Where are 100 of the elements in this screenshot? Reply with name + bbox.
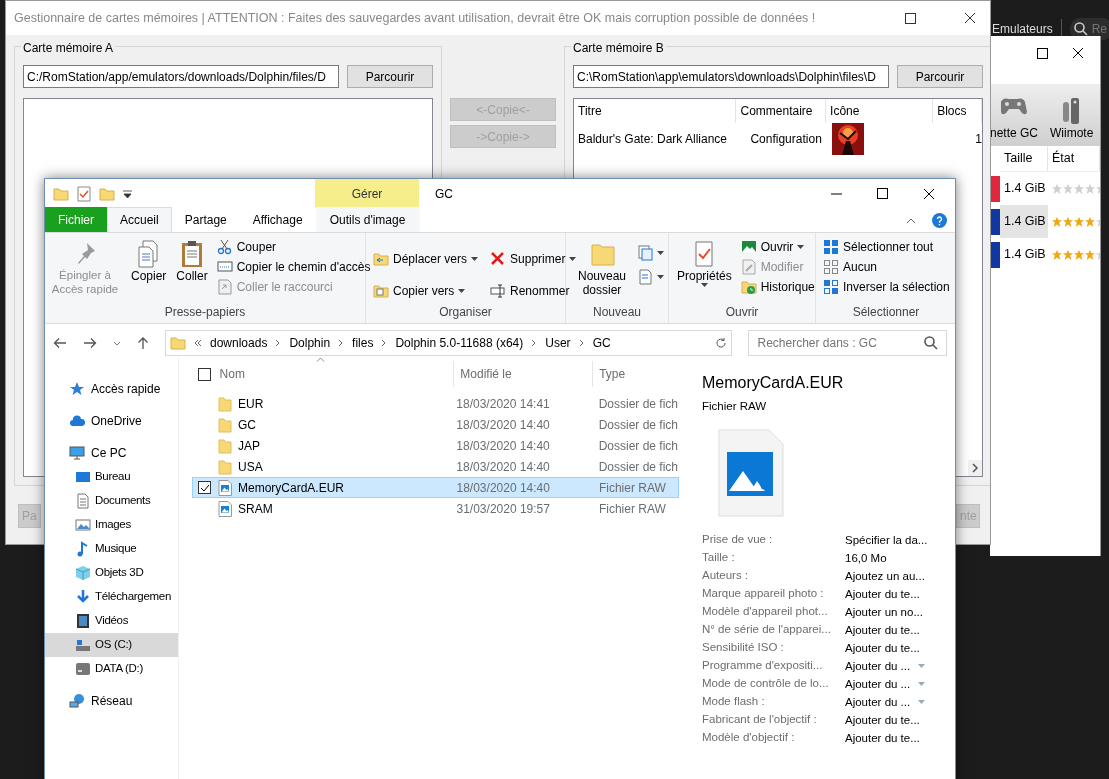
- property-value[interactable]: Ajouter un no...: [845, 603, 923, 622]
- column-header[interactable]: Titre: [574, 99, 737, 123]
- file-row[interactable]: JAP 18/03/2020 14:40 Dossier de fich: [192, 435, 679, 456]
- group-label: Sélectionner: [851, 304, 921, 321]
- file-row[interactable]: GC 18/03/2020 14:40 Dossier de fich: [192, 414, 679, 435]
- ribbon-tab[interactable]: Outils d'image: [315, 207, 420, 232]
- ribbon-button[interactable]: Copier le chemin d'accès: [214, 257, 373, 277]
- column-header[interactable]: Modifié le: [453, 361, 593, 387]
- menu-item[interactable]: Emulateurs: [992, 20, 1053, 38]
- column-header[interactable]: Type: [592, 361, 679, 387]
- nav-item[interactable]: Réseau: [45, 689, 178, 713]
- breadcrumb-item[interactable]: downloads: [210, 334, 268, 352]
- ribbon-button[interactable]: Inverser la sélection: [821, 277, 952, 297]
- breadcrumb-item[interactable]: Dolphin 5.0-11688 (x64): [395, 334, 524, 352]
- ribbon-button[interactable]: Copier: [128, 237, 170, 303]
- column-header[interactable]: Taille: [1000, 146, 1048, 171]
- context-tab-header: Gérer: [315, 179, 419, 208]
- date-cell-text: 31/03/2020 19:57: [456, 500, 551, 518]
- date-cell-text: 18/03/2020 14:40: [456, 437, 551, 455]
- toolbar-label[interactable]: Wiimote: [1050, 124, 1094, 142]
- ribbon-tab[interactable]: Affichage: [239, 207, 316, 232]
- property-dropdown[interactable]: Ajouter du ...: [845, 657, 926, 676]
- path-field[interactable]: C:/RomStation/app/emulators/downloads/Dolphin/files/D: [23, 65, 339, 88]
- date-cell-text: 18/03/2020 14:40: [456, 458, 551, 476]
- window-title: Gestionnaire de cartes mémoires | ATTENTION : Faites des sauvegardes avant utilisation, devrait être OK mais corruption possible de données !: [14, 9, 817, 27]
- ribbon-button[interactable]: Sélectionner tout: [821, 237, 952, 257]
- nav-item[interactable]: Ce PC: [45, 441, 178, 465]
- ribbon-tab[interactable]: Partage: [171, 207, 240, 232]
- file-name: GC: [237, 416, 257, 434]
- ribbon-button[interactable]: Copier vers: [371, 279, 481, 303]
- nav-item[interactable]: Vidéos: [45, 609, 178, 633]
- search-input[interactable]: Re: [1091, 20, 1109, 38]
- ribbon-button[interactable]: Historique: [738, 277, 817, 297]
- breadcrumb-item[interactable]: Dolphin: [289, 334, 331, 352]
- toolbar-label[interactable]: nette GC: [990, 124, 1039, 142]
- property-value[interactable]: Spécifier la da...: [845, 531, 928, 550]
- date-cell-text: 18/03/2020 14:40: [456, 416, 551, 434]
- nav-item[interactable]: Téléchargemen: [45, 585, 178, 609]
- group-label: Presse-papiers: [163, 304, 247, 321]
- browse-button[interactable]: Parcourir: [347, 65, 433, 88]
- property-label: Marque appareil photo :: [702, 586, 825, 602]
- file-name: EUR: [237, 395, 265, 413]
- property-dropdown[interactable]: Ajouter du ...: [845, 675, 926, 694]
- file-row[interactable]: USA 18/03/2020 14:40 Dossier de fich: [192, 456, 679, 477]
- file-row[interactable]: EUR 18/03/2020 14:41 Dossier de fich: [192, 393, 679, 414]
- type-cell-text: Fichier RAW: [598, 500, 667, 518]
- file-name: USA: [237, 458, 264, 476]
- breadcrumb-item[interactable]: GC: [592, 334, 611, 352]
- ribbon-button[interactable]: Coller: [173, 237, 211, 303]
- nav-item[interactable]: OS (C:): [45, 633, 178, 657]
- property-value[interactable]: Ajouter du te...: [845, 729, 920, 748]
- property-label: Auteurs :: [702, 568, 750, 584]
- property-value[interactable]: Ajouter du te...: [845, 621, 920, 640]
- property-value[interactable]: Ajoutez un au...: [845, 567, 925, 586]
- column-header[interactable]: Nom: [210, 361, 454, 387]
- type-cell-text: Dossier de fich: [598, 416, 678, 434]
- property-value[interactable]: Ajouter du te...: [845, 639, 920, 658]
- ribbon-button[interactable]: Ouvrir: [738, 237, 817, 257]
- search-field[interactable]: Rechercher dans : GC: [748, 330, 947, 356]
- breadcrumb-item[interactable]: User: [545, 334, 571, 352]
- ribbon-tab[interactable]: Accueil: [107, 207, 172, 232]
- property-label: Sensibilité ISO :: [702, 640, 785, 656]
- property-dropdown[interactable]: Ajouter du ...: [845, 693, 926, 712]
- breadcrumb-item[interactable]: files: [352, 334, 374, 352]
- ribbon-button[interactable]: Couper: [214, 237, 373, 257]
- column-header[interactable]: Commentaire: [736, 99, 827, 123]
- nav-item[interactable]: Musique: [45, 537, 178, 561]
- property-value[interactable]: 16,0 Mo: [845, 549, 887, 568]
- ribbon-button[interactable]: Propriétés: [674, 237, 735, 303]
- table-cell-text: Configuration: [749, 131, 823, 148]
- table-cell-text: Baldur's Gate: Dark Alliance: [577, 131, 729, 148]
- property-label: Mode de contrôle de lo...: [702, 676, 830, 692]
- file-row[interactable]: MemoryCardA.EUR 18/03/2020 14:40 Fichier RAW: [192, 477, 679, 498]
- browse-button[interactable]: Parcourir: [897, 65, 983, 88]
- path-field[interactable]: C:\RomStation\app\emulators\downloads\Dolphin\files\D: [573, 65, 889, 88]
- column-header[interactable]: État: [1048, 146, 1100, 171]
- property-label: Programme d'expositi...: [702, 658, 824, 674]
- property-label: Fabricant de l'objectif :: [702, 712, 818, 728]
- nav-item[interactable]: Objets 3D: [45, 561, 178, 585]
- type-cell-text: Dossier de fich: [598, 458, 678, 476]
- table-cell-text: 1: [974, 131, 982, 148]
- nav-item[interactable]: Accès rapide: [45, 377, 178, 401]
- group-label: Nouveau: [591, 304, 642, 321]
- nav-item[interactable]: Images: [45, 513, 178, 537]
- nav-item[interactable]: Bureau: [45, 465, 178, 489]
- file-name: MemoryCardA.EUR: [237, 479, 346, 497]
- nav-item[interactable]: DATA (D:): [45, 657, 178, 681]
- file-title: MemoryCardA.EUR: [702, 373, 845, 393]
- ribbon-button[interactable]: Déplacer vers: [371, 247, 481, 271]
- file-name: JAP: [237, 437, 261, 455]
- property-value[interactable]: Ajouter du te...: [845, 711, 920, 730]
- nav-item[interactable]: Documents: [45, 489, 178, 513]
- ribbon-button[interactable]: Aucun: [821, 257, 952, 277]
- property-value[interactable]: Ajouter du te...: [845, 585, 920, 604]
- column-header[interactable]: Blocs: [933, 99, 982, 123]
- group-label: Ouvrir: [724, 304, 760, 321]
- file-type: Fichier RAW: [702, 399, 768, 414]
- nav-item[interactable]: OneDrive: [45, 409, 178, 433]
- file-row[interactable]: SRAM 31/03/2020 19:57 Fichier RAW: [192, 498, 679, 519]
- address-bar[interactable]: downloads Dolphin files Dolphin 5.0-11688 (x64) User GC: [165, 330, 733, 356]
